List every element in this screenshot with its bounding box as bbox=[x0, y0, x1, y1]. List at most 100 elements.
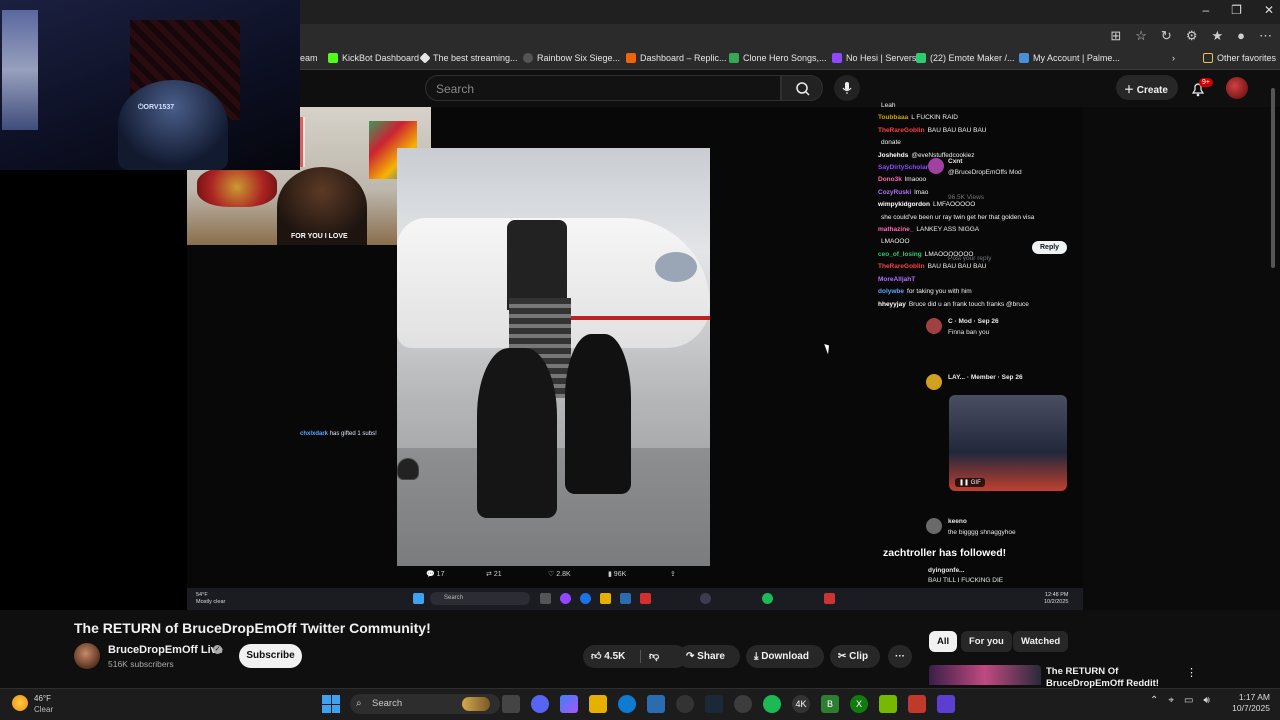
bookmark-kickbot[interactable]: KickBot Dashboard bbox=[328, 53, 419, 63]
verified-icon: ✓ bbox=[213, 645, 222, 654]
recommendation-menu-icon[interactable]: ⋮ bbox=[1186, 666, 1197, 679]
gif-preview[interactable] bbox=[949, 395, 1067, 491]
notification-badge: 9+ bbox=[1199, 78, 1213, 87]
bookmark-stream[interactable]: eam bbox=[300, 53, 318, 63]
minimize-button[interactable]: – bbox=[1202, 3, 1209, 17]
author-badge: Mod bbox=[958, 318, 972, 325]
like-button[interactable]: 👍︎ 4.5K bbox=[591, 645, 625, 668]
tray-chevron-icon[interactable]: ⌃ bbox=[1150, 695, 1158, 706]
maximize-button[interactable]: ❐ bbox=[1231, 3, 1242, 17]
chat-user: CozyRuski bbox=[878, 188, 912, 196]
grid-icon[interactable]: ⊞ bbox=[1110, 28, 1121, 44]
account-avatar[interactable] bbox=[1226, 77, 1248, 99]
chip-watched[interactable]: Watched bbox=[1013, 631, 1069, 652]
b-app-icon[interactable]: B bbox=[821, 695, 839, 713]
nvidia-icon[interactable] bbox=[879, 695, 897, 713]
taskbar-search[interactable]: ⌕ Search bbox=[350, 694, 500, 714]
bookmark-other-favorites[interactable]: Other favorites bbox=[1203, 53, 1276, 63]
spotify-icon[interactable] bbox=[763, 695, 781, 713]
reply-input[interactable]: Post your reply bbox=[948, 255, 1076, 262]
like-count[interactable]: ♡ 2.8K bbox=[548, 570, 571, 578]
dislike-button[interactable]: 👎︎ bbox=[649, 645, 659, 668]
chat-user: TheRareGoblin bbox=[878, 126, 925, 134]
star-icon[interactable]: ☆ bbox=[1135, 28, 1147, 44]
chat-user: MoreAlljahT bbox=[878, 275, 916, 283]
avatar bbox=[928, 158, 944, 174]
search-input[interactable]: Search bbox=[425, 75, 781, 101]
reply-count[interactable]: 💬 17 bbox=[426, 570, 444, 578]
folder-icon bbox=[1203, 53, 1213, 63]
share-button[interactable]: ↷ Share bbox=[678, 645, 740, 668]
copilot-icon[interactable] bbox=[560, 695, 578, 713]
more-actions-button[interactable]: ··· bbox=[888, 645, 912, 668]
network-icon[interactable]: ▭ bbox=[1184, 695, 1193, 706]
bookmarks-overflow-chevron-icon[interactable]: › bbox=[1172, 53, 1175, 63]
tweet-author: C · Mod · Sep 26 bbox=[948, 318, 999, 325]
store-icon[interactable] bbox=[647, 695, 665, 713]
chat-line: Leah bbox=[878, 100, 1082, 112]
follow-alert: zachtroller has followed! bbox=[883, 547, 1007, 559]
profile-icon[interactable]: ● bbox=[1237, 28, 1245, 44]
chat-text: L FUCKIN RAID bbox=[911, 114, 958, 122]
jet-door bbox=[507, 220, 567, 310]
channel-name[interactable]: BruceDropEmOff Live bbox=[108, 644, 223, 656]
xbox-icon[interactable]: X bbox=[850, 695, 868, 713]
obs-icon[interactable] bbox=[676, 695, 694, 713]
last-tweet-text: BAU TILL I FUCKING DIE bbox=[928, 577, 1004, 584]
clip-button[interactable]: ✂ Clip bbox=[830, 645, 880, 668]
bookmark-replicate[interactable]: Dashboard – Replic... bbox=[626, 53, 727, 63]
chip-all[interactable]: All bbox=[929, 631, 958, 652]
tweet-date: Sep 26 bbox=[977, 318, 999, 325]
bookmark-label: My Account | Palme... bbox=[1033, 53, 1120, 63]
app2-icon[interactable] bbox=[908, 695, 926, 713]
app3-icon[interactable] bbox=[937, 695, 955, 713]
start-button[interactable] bbox=[322, 695, 340, 713]
bookmark-streaming[interactable]: The best streaming... bbox=[419, 52, 518, 64]
recommendation-title[interactable]: The RETURN Of BruceDropEmOff Reddit! bbox=[1046, 666, 1176, 690]
bookmark-r6[interactable]: Rainbow Six Siege... bbox=[523, 53, 620, 63]
r6-icon bbox=[523, 53, 533, 63]
close-button[interactable]: ✕ bbox=[1264, 3, 1274, 17]
task-view-icon[interactable] bbox=[502, 695, 520, 713]
menu-icon[interactable]: ⋯ bbox=[1259, 28, 1272, 44]
4k-app-icon[interactable]: 4K bbox=[792, 695, 810, 713]
edge-icon[interactable] bbox=[618, 695, 636, 713]
bookmark-no-hesi[interactable]: No Hesi | Servers bbox=[832, 53, 916, 63]
steam-icon[interactable] bbox=[705, 695, 723, 713]
scissors-icon: ✂ bbox=[838, 651, 850, 662]
page-scrollbar[interactable] bbox=[1271, 88, 1275, 268]
view-count[interactable]: ▮ 96K bbox=[608, 570, 626, 578]
microphone-icon bbox=[842, 82, 852, 94]
favorites-icon[interactable]: ★ bbox=[1211, 28, 1223, 44]
channel-avatar[interactable] bbox=[74, 643, 100, 669]
taskbar-clock[interactable]: 1:17 AM 10/7/2025 bbox=[1218, 692, 1270, 714]
app-icon[interactable] bbox=[734, 695, 752, 713]
chat-user: ceo_of_losing bbox=[878, 250, 922, 258]
location-icon[interactable]: ⌖ bbox=[1168, 695, 1174, 706]
chip-for-you[interactable]: For you bbox=[961, 631, 1012, 652]
subscribe-button[interactable]: Subscribe bbox=[239, 644, 302, 668]
file-explorer-icon[interactable] bbox=[589, 695, 607, 713]
recommendation-thumbnail[interactable] bbox=[929, 665, 1041, 685]
create-button[interactable]: ＋ Create bbox=[1116, 75, 1178, 100]
refresh-icon[interactable]: ↻ bbox=[1161, 28, 1172, 44]
bookmark-clone-hero[interactable]: Clone Hero Songs,... bbox=[729, 53, 827, 63]
extensions-icon[interactable]: ⚙ bbox=[1186, 28, 1198, 44]
gif-label: GIF bbox=[970, 480, 981, 486]
bookmark-label: (22) Emote Maker /... bbox=[930, 53, 1015, 63]
voice-search-button[interactable] bbox=[834, 75, 860, 101]
taskbar-search-label: Search bbox=[372, 698, 403, 709]
retweet-count[interactable]: ⇄ 21 bbox=[486, 570, 502, 578]
search-button[interactable] bbox=[781, 75, 823, 101]
bookmark-palmer[interactable]: My Account | Palme... bbox=[1019, 53, 1120, 63]
chat-user: Joshehds bbox=[878, 151, 909, 159]
bookmark-emote-maker[interactable]: (22) Emote Maker /... bbox=[916, 53, 1015, 63]
volume-icon[interactable]: 🔊︎ bbox=[1203, 695, 1209, 706]
bookmark-label: The best streaming... bbox=[433, 53, 518, 63]
share-tweet-icon[interactable]: ⇪ bbox=[670, 570, 676, 578]
chat-user: Dono3k bbox=[878, 176, 902, 184]
divider bbox=[640, 650, 641, 663]
reply-button[interactable]: Reply bbox=[1032, 241, 1068, 254]
download-button[interactable]: ⤓ Download bbox=[746, 645, 824, 668]
discord-icon[interactable] bbox=[531, 695, 549, 713]
